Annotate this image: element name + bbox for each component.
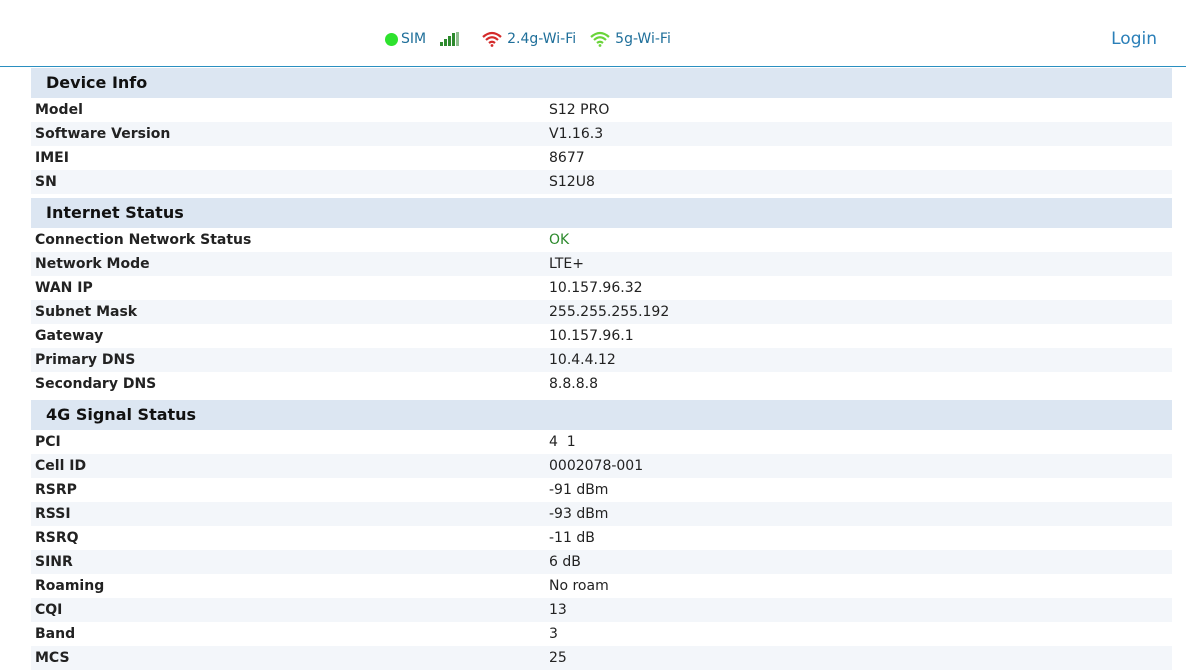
table-row: Gateway 10.157.96.1 <box>31 324 1172 348</box>
status-bar: SIM 2.4g-Wi-Fi 5g-Wi-Fi <box>385 29 685 49</box>
row-value: -93 dBm <box>549 506 609 522</box>
row-value: 25 <box>549 650 567 666</box>
table-row: IMEI 8677 <box>31 146 1172 170</box>
row-value: S12U8 <box>549 174 595 190</box>
wifi-24g-status: 2.4g-Wi-Fi <box>482 31 576 47</box>
row-label: Gateway <box>35 328 104 344</box>
table-row: Model S12 PRO <box>31 98 1172 122</box>
sim-label: SIM <box>401 31 427 47</box>
row-value: 10.4.4.12 <box>549 352 616 368</box>
table-row: Connection Network Status OK <box>31 228 1172 252</box>
wifi-24g-icon <box>482 31 502 47</box>
row-value: 8677 <box>549 150 585 166</box>
row-label: Band <box>35 626 76 642</box>
table-row: Band 3 <box>31 622 1172 646</box>
table-row: Roaming No roam <box>31 574 1172 598</box>
table-row: Primary DNS 10.4.4.12 <box>31 348 1172 372</box>
row-label: PCI <box>35 434 61 450</box>
top-header: SIM 2.4g-Wi-Fi 5g-Wi-Fi Login <box>0 0 1186 67</box>
row-value: S12 PRO <box>549 102 610 118</box>
table-row: Subnet Mask 255.255.255.192 <box>31 300 1172 324</box>
table-row: RSRP -91 dBm <box>31 478 1172 502</box>
wifi-5g-status: 5g-Wi-Fi <box>590 31 671 47</box>
table-row: SINR 6 dB <box>31 550 1172 574</box>
login-link[interactable]: Login <box>1111 29 1157 49</box>
row-label: Primary DNS <box>35 352 136 368</box>
table-row: MCS 25 <box>31 646 1172 670</box>
row-value: 4 1 <box>549 434 576 450</box>
row-label: SN <box>35 174 57 190</box>
sim-status-icon <box>385 32 398 46</box>
wifi-24g-label: 2.4g-Wi-Fi <box>507 31 577 47</box>
row-label: IMEI <box>35 150 69 166</box>
row-value: V1.16.3 <box>549 126 604 142</box>
row-label: CQI <box>35 602 63 618</box>
row-value: 3 <box>549 626 558 642</box>
row-label: Network Mode <box>35 256 150 272</box>
row-value: 8.8.8.8 <box>549 376 598 392</box>
table-row: Secondary DNS 8.8.8.8 <box>31 372 1172 396</box>
row-label: Connection Network Status <box>35 232 252 248</box>
section-header-internet-status: Internet Status <box>31 198 1172 228</box>
row-value: No roam <box>549 578 609 594</box>
wifi-5g-label: 5g-Wi-Fi <box>615 31 671 47</box>
row-label: Software Version <box>35 126 171 142</box>
section-header-4g-signal-status: 4G Signal Status <box>31 400 1172 430</box>
row-label: Model <box>35 102 83 118</box>
row-label: Cell ID <box>35 458 87 474</box>
row-label: MCS <box>35 650 70 666</box>
row-value: 10.157.96.32 <box>549 280 643 296</box>
row-label: Subnet Mask <box>35 304 138 320</box>
row-value: 255.255.255.192 <box>549 304 670 320</box>
connection-status-value: OK <box>549 232 570 248</box>
row-label: SINR <box>35 554 73 570</box>
table-row: SN S12U8 <box>31 170 1172 194</box>
table-row: CQI 13 <box>31 598 1172 622</box>
row-label: RSSI <box>35 506 71 522</box>
row-value: 0002078-001 <box>549 458 644 474</box>
wifi-5g-icon <box>590 31 610 47</box>
row-label: Roaming <box>35 578 105 594</box>
table-row: PCI 4 1 <box>31 430 1172 454</box>
row-value: 13 <box>549 602 567 618</box>
table-row: Network Mode LTE+ <box>31 252 1172 276</box>
row-value: LTE+ <box>549 256 584 272</box>
row-value: 10.157.96.1 <box>549 328 634 344</box>
signal-strength-icon <box>440 32 460 46</box>
row-label: RSRP <box>35 482 77 498</box>
section-header-device-info: Device Info <box>31 68 1172 98</box>
row-value: -11 dB <box>549 530 595 546</box>
table-row: Cell ID 0002078-001 <box>31 454 1172 478</box>
row-label: RSRQ <box>35 530 79 546</box>
row-label: WAN IP <box>35 280 93 296</box>
table-row: Software Version V1.16.3 <box>31 122 1172 146</box>
row-value: 6 dB <box>549 554 581 570</box>
row-label: Secondary DNS <box>35 376 157 392</box>
row-value: -91 dBm <box>549 482 609 498</box>
status-content: Device Info Model S12 PRO Software Versio… <box>31 68 1172 670</box>
table-row: RSSI -93 dBm <box>31 502 1172 526</box>
table-row: WAN IP 10.157.96.32 <box>31 276 1172 300</box>
table-row: RSRQ -11 dB <box>31 526 1172 550</box>
